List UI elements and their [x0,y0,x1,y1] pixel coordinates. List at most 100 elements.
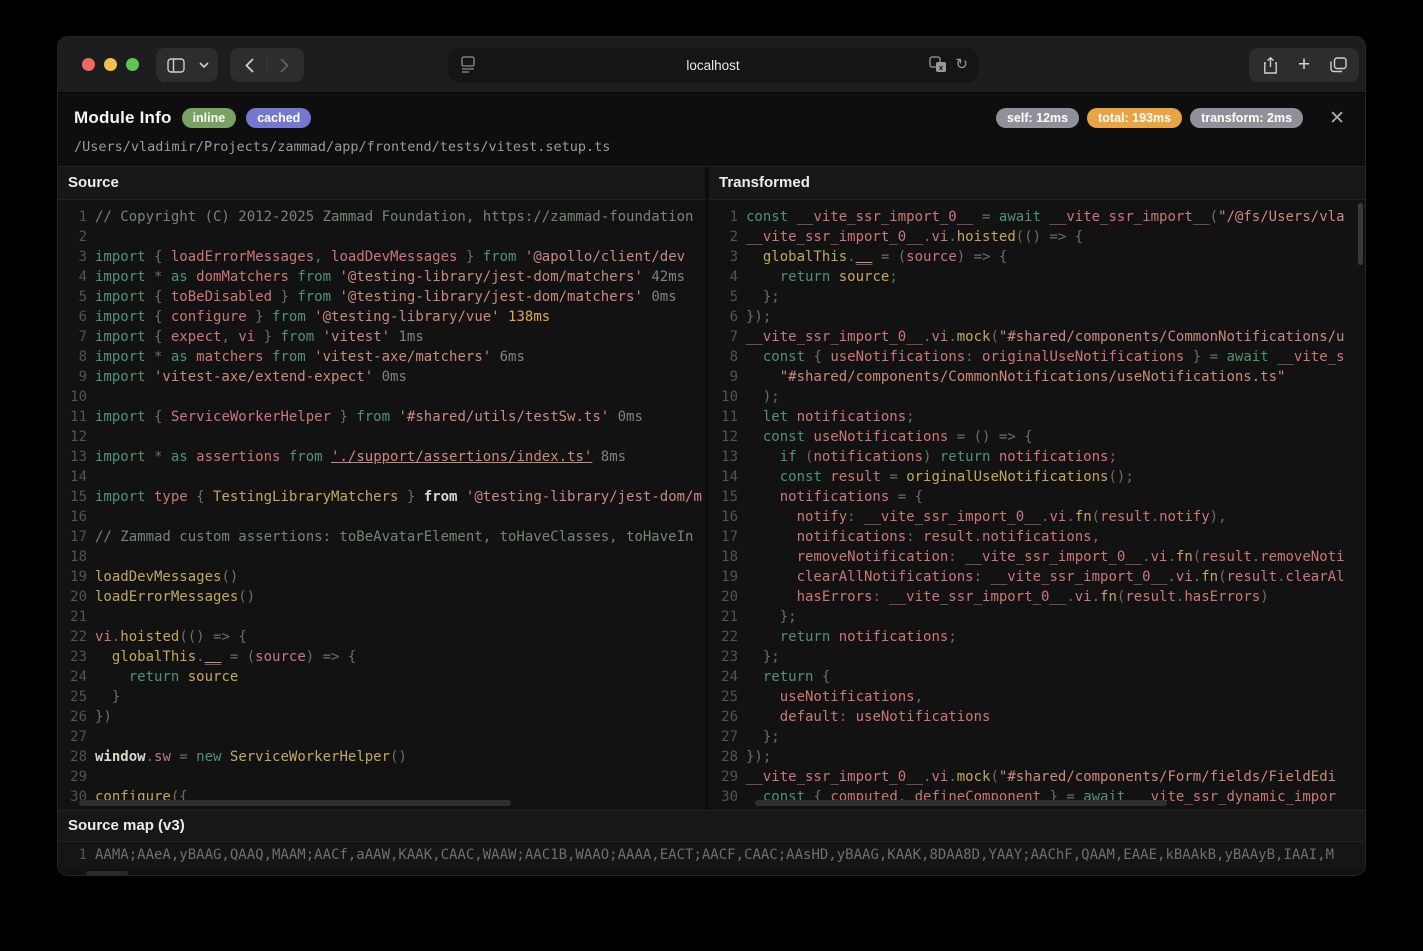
code-line: 8 import * as matchers from 'vitest-axe/m… [58,347,705,367]
code-line: 13 if (notifications) return notificatio… [709,447,1365,467]
line-number: 17 [70,529,87,545]
line-number: 28 [70,749,87,765]
sidebar-toggle-button[interactable] [156,48,218,82]
transformed-code: 1 const __vite_ssr_import_0__ = await __v… [709,200,1365,807]
minimize-window-button[interactable] [104,58,117,71]
code-line: 11 import { ServiceWorkerHelper } from '#… [58,407,705,427]
close-window-button[interactable] [82,58,95,71]
line-number: 7 [729,329,738,345]
chevron-down-icon[interactable] [193,48,215,82]
source-horizontal-scrollbar[interactable] [79,800,511,806]
code-line: 22 return notifications; [709,627,1365,647]
code-line: 1 const __vite_ssr_import_0__ = await __v… [709,207,1365,227]
line-number: 4 [729,269,738,285]
line-number: 6 [78,309,87,325]
self-time-badge: self: 12ms [995,107,1080,129]
close-icon[interactable]: ✕ [1325,107,1349,130]
code-line: 13 import * as assertions from './support… [58,447,705,467]
line-number: 8 [729,349,738,365]
line-number: 1 [729,209,738,225]
code-line: 27 }; [709,727,1365,747]
share-icon[interactable] [1253,48,1287,82]
code-line: 18 removeNotification: __vite_ssr_import… [709,547,1365,567]
line-number: 3 [729,249,738,265]
line-number: 30 [721,789,738,805]
code-line: 25 } [58,687,705,707]
code-line: 16 notify: __vite_ssr_import_0__.vi.fn(r… [709,507,1365,527]
tab-overview-icon[interactable] [1321,48,1355,82]
total-time-badge: total: 193ms [1087,107,1183,129]
line-number: 17 [721,529,738,545]
code-line: 19 loadDevMessages() [58,567,705,587]
code-line: 15 notifications = { [709,487,1365,507]
code-line: 29 __vite_ssr_import_0__.vi.mock("#shared… [709,767,1365,787]
line-number: 23 [721,649,738,665]
line-number: 18 [721,549,738,565]
line-number: 28 [721,749,738,765]
toolbar-actions: + [1249,48,1359,82]
url-text[interactable]: localhost [448,58,978,73]
translate-icon[interactable]: x [929,56,947,73]
module-link[interactable]: './support/assertions/index.ts' [331,449,592,465]
line-number: 15 [70,489,87,505]
code-line: 27 [58,727,705,747]
line-number: 16 [70,509,87,525]
code-line: 16 [58,507,705,527]
page-title: Module Info [74,108,172,127]
code-line: 15 import type { TestingLibraryMatchers }… [58,487,705,507]
line-number: 20 [721,589,738,605]
line-number: 3 [78,249,87,265]
line-number: 14 [70,469,87,485]
svg-text:x: x [939,64,944,72]
code-line: 29 [58,767,705,787]
forward-icon[interactable] [268,48,302,82]
code-line: 28 window.sw = new ServiceWorkerHelper() [58,747,705,767]
line-number: 23 [70,649,87,665]
new-tab-icon[interactable]: + [1287,48,1321,82]
code-line: 25 useNotifications, [709,687,1365,707]
line-number: 7 [78,329,87,345]
line-number: 5 [729,289,738,305]
line-number: 10 [70,389,87,405]
source-map-section: Source map (v3) 1 AAMA;AAeA,yBAAG,QAAQ,M… [58,810,1365,875]
address-bar[interactable]: localhost x ↻ [448,48,978,82]
transformed-vertical-scrollbar[interactable] [1358,203,1363,265]
code-line: 23 globalThis.__ = (source) => { [58,647,705,667]
source-map-title: Source map (v3) [58,811,1365,842]
code-line: 17// Zammad custom assertions: toBeAvata… [58,527,705,547]
source-map-scrollbar[interactable] [86,871,128,875]
code-line: 5 }; [709,287,1365,307]
transform-time-badge: transform: 2ms [1190,107,1304,129]
code-line: 19 clearAllNotifications: __vite_ssr_imp… [709,567,1365,587]
transformed-panel: Transformed 1 const __vite_ssr_import_0__… [709,167,1365,810]
zoom-window-button[interactable] [126,58,139,71]
line-number: 25 [70,689,87,705]
code-line: 20 loadErrorMessages() [58,587,705,607]
code-line: 22 vi.hoisted(() => { [58,627,705,647]
transformed-horizontal-scrollbar[interactable] [755,800,1167,806]
line-number: 11 [70,409,87,425]
code-line: 1// Copyright (C) 2012-2025 Zammad Found… [58,207,705,227]
traffic-lights [82,58,139,71]
cached-badge: cached [246,107,312,129]
navigation-buttons [230,48,304,82]
line-number: 27 [721,729,738,745]
back-icon[interactable] [233,48,267,82]
code-line: 10 [58,387,705,407]
code-line: 5 import { toBeDisabled } from '@testing-… [58,287,705,307]
inline-badge: inline [181,107,237,129]
code-line: 11 let notifications; [709,407,1365,427]
code-line: 23 }; [709,647,1365,667]
source-map-line-number: 1 [78,847,87,863]
code-line: 28}); [709,747,1365,767]
code-panels: Source 1// Copyright (C) 2012-2025 Zamma… [58,166,1365,810]
line-number: 25 [721,689,738,705]
line-number: 15 [721,489,738,505]
source-map-line: 1 AAMA;AAeA,yBAAG,QAAQ,MAAM;AACf,aAAW,KA… [58,842,1365,868]
code-line: 14 const result = originalUseNotificatio… [709,467,1365,487]
code-line: 26}) [58,707,705,727]
code-line: 14 [58,467,705,487]
line-number: 19 [70,569,87,585]
reload-icon[interactable]: ↻ [955,56,968,73]
line-number: 12 [721,429,738,445]
